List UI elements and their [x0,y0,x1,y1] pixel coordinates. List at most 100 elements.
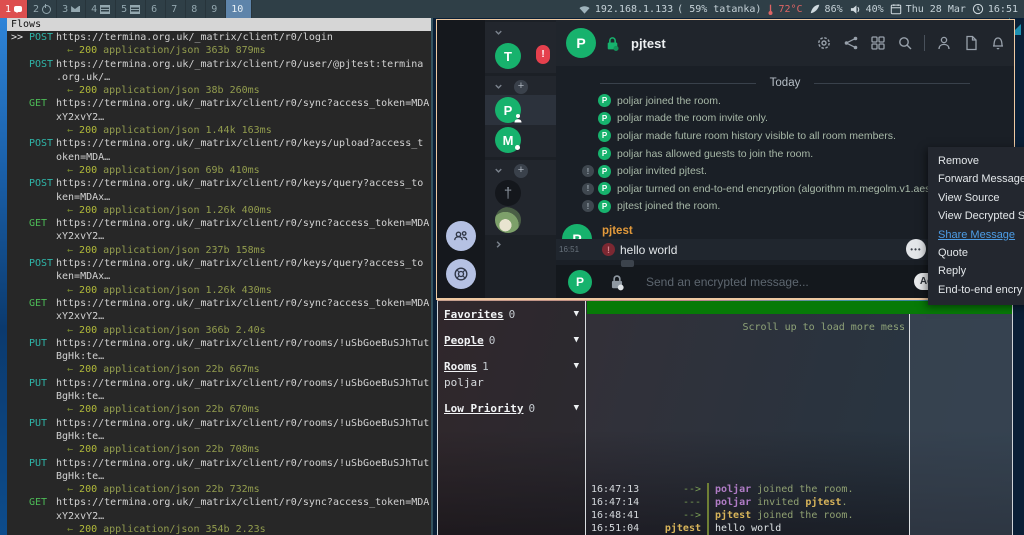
workspace-tile[interactable]: 5 [116,0,146,18]
flow-row[interactable]: >>POSThttps://termina.org.uk/_matrix/cli… [7,31,431,58]
flow-row[interactable]: GEThttps://termina.org.uk/_matrix/client… [7,97,431,137]
message-time: 16:51 [559,245,579,254]
members-icon[interactable] [936,35,952,51]
flow-url-continued: xY2xvY2… [56,511,104,522]
response-arrow: ← [67,285,79,296]
flow-row[interactable]: GEThttps://termina.org.uk/_matrix/client… [7,217,431,257]
collapse-arrow[interactable]: ▼ [574,361,579,371]
flow-url: https://termina.org.uk/_matrix/client/r0… [56,59,423,70]
people-button[interactable] [446,221,476,251]
context-menu-item[interactable]: Remove [928,152,1024,170]
room-avatar-sword[interactable]: † [495,180,521,206]
workspace-tile[interactable]: 7 [166,0,186,18]
selected-room-row[interactable]: P [485,95,556,125]
section-name[interactable]: Rooms [444,360,477,373]
chevron-down-icon[interactable] [493,27,504,38]
message-text: hello world [620,243,677,257]
response-content-type: application/json [103,364,199,375]
response-size-time: 22b 732ms [206,484,260,495]
search-icon[interactable] [897,35,913,51]
context-menu-item[interactable]: End-to-end encry [928,281,1024,299]
context-menu-item[interactable]: Quote [928,244,1024,262]
notifications-icon[interactable] [990,35,1006,51]
workspace-tile[interactable]: 2 [28,0,57,18]
section-name[interactable]: Favorites [444,308,504,321]
account-section: + P M [485,76,556,157]
wallpaper-edge [0,18,7,535]
flow-row[interactable]: POSThttps://termina.org.uk/_matrix/clien… [7,137,431,177]
section-name[interactable]: People [444,334,484,347]
section-name[interactable]: Low Priority [444,402,523,415]
collapse-arrow[interactable]: ▼ [574,403,579,413]
workspace-tile[interactable]: 8 [186,0,206,18]
flow-row[interactable]: POSThttps://termina.org.uk/_matrix/clien… [7,177,431,217]
message-options-button[interactable]: ••• [906,239,926,259]
event-text: poljar made future room history visible … [617,130,896,142]
flow-row[interactable]: GEThttps://termina.org.uk/_matrix/client… [7,297,431,337]
response-size-time: 1.44k 163ms [206,125,272,136]
flow-row[interactable]: PUThttps://termina.org.uk/_matrix/client… [7,457,431,497]
context-menu-item[interactable]: Reply [928,262,1024,280]
clock-icon [972,3,984,15]
collapse-arrow[interactable]: ▼ [574,335,579,345]
flow-row[interactable]: PUThttps://termina.org.uk/_matrix/client… [7,417,431,457]
flow-row[interactable]: PUThttps://termina.org.uk/_matrix/client… [7,377,431,417]
flow-row[interactable]: POSThttps://termina.org.uk/_matrix/clien… [7,58,431,98]
workspace-tile[interactable]: 6 [146,0,166,18]
flow-method: GET [29,217,56,230]
workspace-tile[interactable]: 3 [57,0,86,18]
flow-row[interactable]: POSThttps://termina.org.uk/_matrix/clien… [7,257,431,297]
room-settings-icon[interactable] [816,35,832,51]
add-room-button[interactable]: + [514,164,528,178]
context-menu-item[interactable]: View Source [928,189,1024,207]
response-status: 200 [79,404,97,415]
header-divider [924,35,925,51]
chevron-down-icon[interactable] [493,165,504,176]
files-icon[interactable] [963,35,979,51]
grid-icon[interactable] [870,35,886,51]
add-room-button[interactable]: + [514,80,528,94]
mitmproxy-flows-header: Flows [7,18,431,31]
event-text: pjtest joined the room. [617,200,720,212]
log-timestamp: 16:51:04 [591,522,641,535]
workspace-tile[interactable]: 4 [86,0,116,18]
context-menu-item[interactable]: View Decrypted S [928,207,1024,225]
flow-row[interactable]: PUThttps://termina.org.uk/_matrix/client… [7,337,431,377]
room-event: ! P poljar made future room history visi… [556,127,1014,145]
response-size-time: 22b 667ms [206,364,260,375]
flow-url-continued: BgHk:te… [56,471,104,482]
log-segment: joined the room. [751,510,853,521]
response-arrow: ← [67,205,79,216]
volume-status: 40% [849,4,884,15]
workspace-number: 1 [5,4,11,15]
flow-row[interactable]: GEThttps://termina.org.uk/_matrix/client… [7,496,431,535]
message-input[interactable] [644,274,898,290]
chevron-right-icon[interactable] [493,239,556,250]
log-timestamp: 16:47:13 [591,483,641,496]
event-avatar: P [598,200,611,213]
response-size-time: 69b 410ms [206,165,260,176]
account-avatar-t[interactable]: T [495,43,521,69]
room-section: Low Priority0 ▼ [444,402,581,415]
response-content-type: application/json [103,484,199,495]
share-icon[interactable] [843,35,859,51]
collapse-arrow[interactable]: ▼ [574,309,579,319]
room-avatar-photo[interactable] [495,207,521,233]
section-rooms: poljar [444,376,581,389]
workspace-tile[interactable]: 9 [206,0,226,18]
chevron-down-icon[interactable] [493,81,504,92]
settings-button[interactable] [446,259,476,289]
response-content-type: application/json [103,205,199,216]
workspace-number: 3 [62,4,68,15]
context-menu-item[interactable]: Forward Message [928,170,1024,188]
workspace-tile[interactable]: 10 [226,0,252,18]
flow-url-continued: xY2xvY2… [56,311,104,322]
room-item[interactable]: poljar [444,376,581,389]
workspace-icon [42,5,51,14]
context-menu-item[interactable]: Share Message [928,226,1024,244]
message-context-menu: RemoveForward MessageView SourceView Dec… [928,147,1024,305]
room-section: Rooms1 ▼ poljar [444,360,581,389]
flow-method: GET [29,97,56,110]
response-status: 200 [79,444,97,455]
workspace-tile[interactable]: 1 [0,0,28,18]
